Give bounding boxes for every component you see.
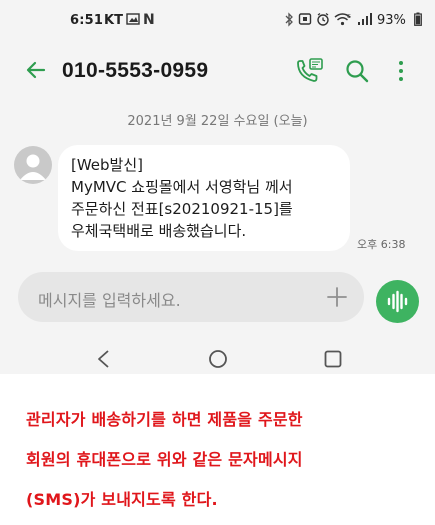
search-icon[interactable] [344, 58, 370, 84]
contact-number-title: 010-5553-0959 [62, 59, 209, 82]
system-navigation-bar [0, 342, 435, 374]
battery-icon [414, 12, 422, 30]
contact-avatar-icon[interactable] [14, 146, 52, 184]
message-composer[interactable]: 메시지를 입력하세요. [18, 272, 364, 322]
more-options-icon[interactable] [391, 58, 411, 84]
nav-home-icon[interactable] [207, 348, 229, 370]
message-timestamp: 오후 6:38 [357, 238, 406, 251]
caption-note: 관리자가 배송하기를 하면 제품을 주문한 회원의 휴대폰으로 위와 같은 문자… [26, 400, 426, 520]
wifi-icon: G [334, 12, 351, 30]
message-line: [Web발신] [71, 156, 144, 174]
nav-back-icon[interactable] [93, 348, 115, 370]
svg-text:G: G [347, 14, 351, 20]
app-bar: 010-5553-0959 [0, 50, 435, 96]
news-notification-icon: N [143, 12, 155, 28]
caption-line: 관리자가 배송하기를 하면 제품을 주문한 [26, 410, 303, 429]
caption-line: 회원의 휴대폰으로 위와 같은 문자메시지 [26, 450, 303, 469]
status-carrier: KT [104, 13, 123, 28]
back-arrow-icon[interactable] [24, 58, 48, 82]
voice-input-button[interactable] [376, 280, 419, 323]
message-line: 우체국택배로 배송했습니다. [71, 222, 247, 240]
bluetooth-icon [284, 12, 294, 31]
signal-icon [357, 12, 373, 30]
date-divider: 2021년 9월 22일 수요일 (오늘) [127, 114, 308, 129]
phone-screen: 6:51 KT N G 93% 010-5553-0959 2021년 9월 2… [0, 0, 435, 374]
received-message-bubble[interactable]: [Web발신] MyMVC 쇼핑몰에서 서영학님 께서 주문하신 전표[s202… [58, 145, 350, 251]
nfc-icon [298, 12, 312, 30]
call-icon[interactable] [294, 57, 324, 85]
message-line: MyMVC 쇼핑몰에서 서영학님 께서 [71, 178, 293, 196]
status-bar: 6:51 KT N G 93% [0, 8, 435, 34]
caption-line: (SMS)가 보내지도록 한다. [26, 490, 218, 509]
battery-level: 93% [377, 13, 406, 28]
gallery-notification-icon [126, 12, 140, 30]
alarm-icon [316, 12, 330, 30]
message-line: 주문하신 전표[s20210921-15]를 [71, 200, 293, 218]
voice-waveform-icon [376, 290, 419, 327]
attach-plus-icon[interactable] [325, 285, 349, 309]
status-time: 6:51 [70, 13, 104, 28]
nav-recents-icon[interactable] [322, 348, 344, 370]
message-input-placeholder[interactable]: 메시지를 입력하세요. [38, 287, 181, 311]
